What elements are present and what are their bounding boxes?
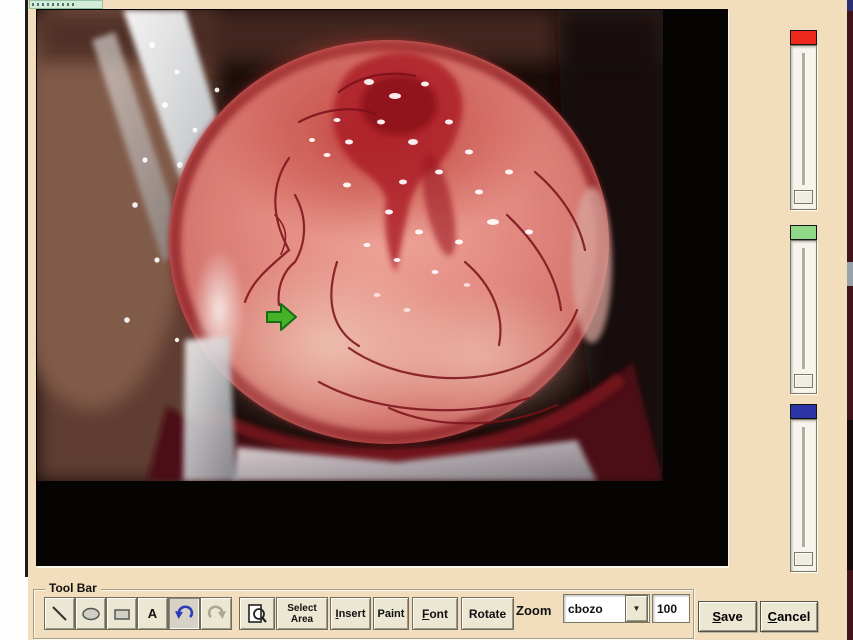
cancel-label: Cancel [768, 609, 811, 624]
preview-button[interactable] [239, 597, 275, 630]
green-channel-slider [790, 225, 817, 394]
ellipse-tool-button[interactable] [75, 597, 106, 630]
save-label: Save [712, 609, 742, 624]
text-tool-button[interactable]: A [137, 597, 168, 630]
redo-button[interactable] [200, 597, 232, 630]
green-slider-track[interactable] [790, 240, 817, 394]
font-label: Font [422, 607, 448, 621]
window-title-fragment [29, 0, 103, 9]
right-edge-gray-fragment [847, 262, 853, 286]
zoom-mode-dropdown[interactable]: cbozo ▼ [563, 594, 650, 623]
slider-groove [802, 53, 806, 185]
cancel-button[interactable]: Cancel [760, 601, 818, 632]
chevron-down-icon: ▼ [633, 604, 641, 613]
save-button[interactable]: Save [698, 601, 757, 632]
zoom-value-input[interactable] [652, 594, 690, 623]
red-channel-slider [790, 30, 817, 210]
image-canvas[interactable] [36, 9, 728, 566]
page-left-margin [0, 0, 25, 640]
page-magnifier-icon [246, 603, 268, 625]
redo-icon [206, 604, 227, 623]
text-icon: A [148, 606, 157, 621]
red-slider-thumb[interactable] [794, 190, 813, 204]
screen-right-edge [847, 0, 853, 640]
paint-label: Paint [378, 608, 405, 620]
undo-button[interactable] [168, 597, 200, 630]
ellipse-icon [81, 606, 101, 622]
red-swatch [790, 30, 817, 45]
rotate-label: Rotate [469, 607, 506, 621]
insert-label: Insert [336, 608, 366, 620]
green-swatch [790, 225, 817, 240]
slider-groove [802, 248, 806, 369]
red-slider-track[interactable] [790, 45, 817, 210]
colposcopy-capture-window: Tool Bar A Select Area [0, 0, 853, 640]
line-tool-button[interactable] [44, 597, 75, 630]
right-edge-navy-fragment [847, 0, 853, 11]
rectangle-icon [112, 606, 132, 622]
green-slider-thumb[interactable] [794, 374, 813, 388]
right-edge-dark-fragment [847, 420, 853, 570]
line-icon [50, 604, 70, 624]
blue-slider-thumb[interactable] [794, 552, 813, 566]
blue-channel-slider [790, 404, 817, 572]
slider-groove [802, 427, 806, 547]
blue-slider-track[interactable] [790, 419, 817, 572]
dropdown-arrow-button[interactable]: ▼ [625, 595, 648, 622]
font-button[interactable]: Font [412, 597, 458, 630]
zoom-label: Zoom [516, 603, 551, 618]
select-area-label: Select Area [287, 603, 316, 625]
undo-icon [174, 604, 195, 623]
zoom-mode-value: cbozo [564, 602, 625, 616]
rotate-button[interactable]: Rotate [461, 597, 514, 630]
blue-swatch [790, 404, 817, 419]
paint-button[interactable]: Paint [373, 597, 409, 630]
rectangle-tool-button[interactable] [106, 597, 137, 630]
select-area-button[interactable]: Select Area [276, 597, 328, 630]
toolbar-title: Tool Bar [45, 581, 101, 595]
insert-button[interactable]: Insert [330, 597, 371, 630]
colposcopy-photo [37, 10, 663, 481]
